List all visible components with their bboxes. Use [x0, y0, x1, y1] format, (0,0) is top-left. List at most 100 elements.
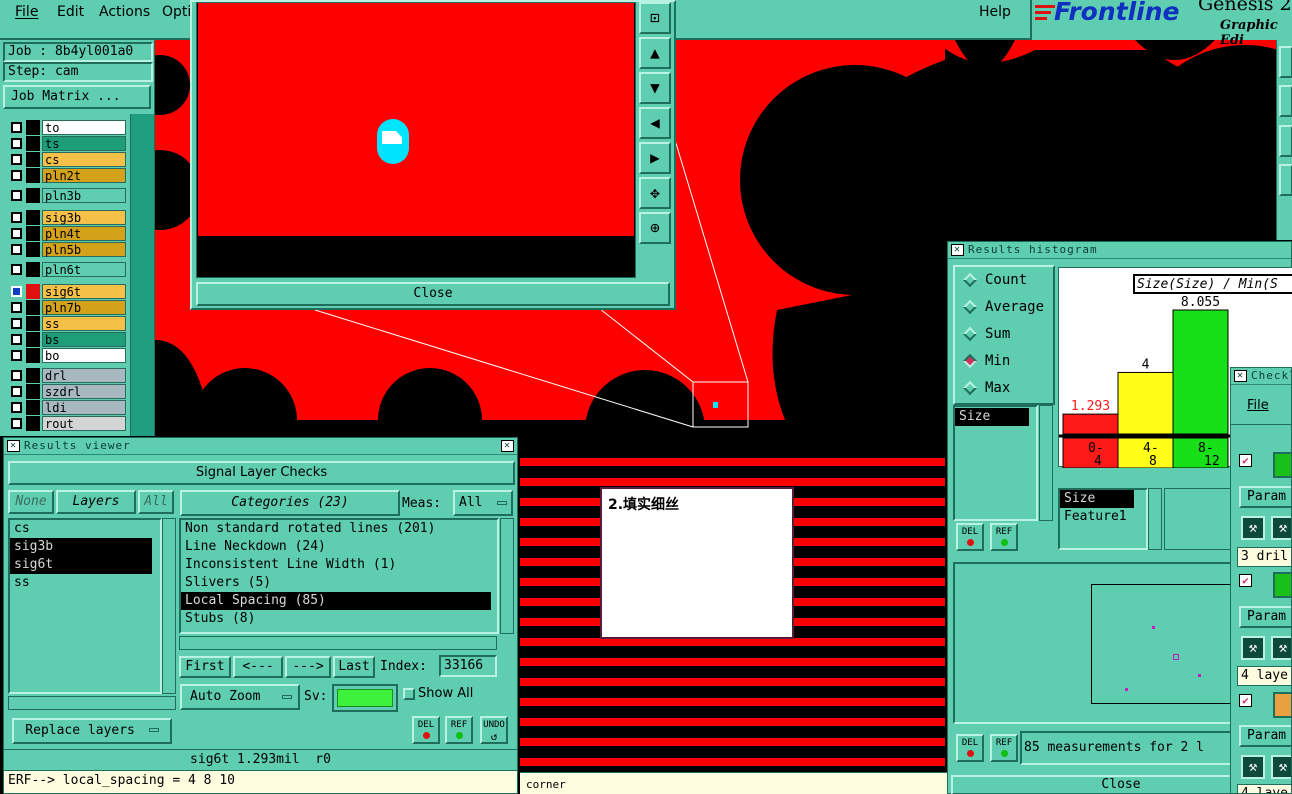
layer-checkbox[interactable]: [11, 212, 22, 223]
toolbar-btn-2[interactable]: [1279, 85, 1292, 117]
hist-feature-item[interactable]: Feature1: [1060, 508, 1134, 526]
layer-checkbox[interactable]: [11, 190, 22, 201]
layer-name[interactable]: pln2t: [42, 168, 126, 183]
layer-name[interactable]: sig6t: [42, 284, 126, 299]
menu-actions[interactable]: Actions: [99, 4, 150, 20]
param-button-2[interactable]: Param: [1239, 606, 1291, 628]
layer-display-swatch[interactable]: [26, 262, 40, 277]
layer-display-swatch[interactable]: [26, 300, 40, 315]
layer-display-swatch[interactable]: [26, 210, 40, 225]
layer-display-swatch[interactable]: [26, 188, 40, 203]
feature-list[interactable]: Size Feature1: [1058, 488, 1148, 550]
layer-row-pln5b[interactable]: pln5b: [8, 242, 126, 257]
layer-name[interactable]: sig3b: [42, 210, 126, 225]
sv-color-select[interactable]: [332, 684, 398, 712]
layer-checkbox[interactable]: [11, 244, 22, 255]
radio-average[interactable]: Average: [961, 296, 1044, 318]
layer-display-swatch[interactable]: [26, 384, 40, 399]
layer-row-sig6t[interactable]: sig6t: [8, 284, 126, 299]
layer-checkbox[interactable]: [11, 122, 22, 133]
zoom-fit-icon[interactable]: ⊡: [639, 2, 671, 34]
preview-map[interactable]: [953, 562, 1235, 724]
layer-row-rout[interactable]: rout: [8, 416, 126, 431]
run-icon[interactable]: ⚒: [1241, 755, 1265, 779]
none-button[interactable]: None: [8, 490, 54, 514]
action-icon[interactable]: [1273, 692, 1291, 718]
layer-display-swatch[interactable]: [26, 152, 40, 167]
layer-checkbox[interactable]: [11, 264, 22, 275]
hist-del-button[interactable]: DEL: [956, 523, 984, 551]
auto-zoom-select[interactable]: Auto Zoom: [180, 684, 300, 710]
layer-name[interactable]: pln7b: [42, 300, 126, 315]
first-button[interactable]: First: [179, 656, 231, 678]
result-layer-item[interactable]: cs: [10, 520, 152, 538]
layer-row-pln4t[interactable]: pln4t: [8, 226, 126, 241]
layer-row-pln3b[interactable]: pln3b: [8, 188, 126, 203]
index-input[interactable]: 33166: [439, 655, 497, 677]
layer-name[interactable]: ldi: [42, 400, 126, 415]
layer-row-ldi[interactable]: ldi: [8, 400, 126, 415]
layer-name[interactable]: cs: [42, 152, 126, 167]
radio-min[interactable]: Min: [961, 350, 1010, 372]
categories-button[interactable]: Categories (23): [180, 490, 400, 516]
run-icon[interactable]: ⚒: [1241, 636, 1265, 660]
layer-display-swatch[interactable]: [26, 400, 40, 415]
category-item[interactable]: Local Spacing (85): [181, 592, 491, 610]
layer-name[interactable]: bo: [42, 348, 126, 363]
zoom-in-icon[interactable]: ⊕: [639, 212, 671, 244]
check-row-1[interactable]: 3 dril: [1237, 547, 1291, 567]
layer-name[interactable]: drl: [42, 368, 126, 383]
preview-del-button[interactable]: DEL: [956, 734, 984, 762]
layer-name[interactable]: pln6t: [42, 262, 126, 277]
show-all-checkbox[interactable]: [403, 688, 415, 700]
layer-name[interactable]: ss: [42, 316, 126, 331]
zoom-out-icon[interactable]: ✥: [639, 177, 671, 209]
layer-checkbox[interactable]: [11, 402, 22, 413]
close-icon[interactable]: ✕: [501, 440, 514, 452]
category-item[interactable]: Line Neckdown (24): [181, 538, 491, 556]
layer-name[interactable]: pln3b: [42, 188, 126, 203]
hist-feature-item[interactable]: Size: [1060, 490, 1134, 508]
category-item[interactable]: Non standard rotated lines (201): [181, 520, 491, 538]
checkbox-checked-icon[interactable]: ✔: [1239, 454, 1252, 467]
ref-button[interactable]: REF: [445, 716, 473, 744]
layer-checkbox[interactable]: [11, 286, 22, 297]
layer-row-cs[interactable]: cs: [8, 152, 126, 167]
layers-button[interactable]: Layers: [56, 490, 136, 514]
menu-help[interactable]: Help: [979, 4, 1011, 20]
action-icon[interactable]: [1273, 452, 1291, 478]
layer-name[interactable]: to: [42, 120, 126, 135]
layer-display-swatch[interactable]: [26, 368, 40, 383]
checklist-titlebar[interactable]: ✕ Checkl: [1231, 368, 1291, 385]
layer-name[interactable]: pln5b: [42, 242, 126, 257]
layer-name[interactable]: rout: [42, 416, 126, 431]
all-layers-button[interactable]: All: [138, 490, 174, 514]
layer-row-pln6t[interactable]: pln6t: [8, 262, 126, 277]
zoom-view[interactable]: [196, 2, 636, 278]
pan-right-icon[interactable]: ▶: [639, 142, 671, 174]
layer-row-bs[interactable]: bs: [8, 332, 126, 347]
param-button-3[interactable]: Param: [1239, 725, 1291, 747]
layer-row-pln7b[interactable]: pln7b: [8, 300, 126, 315]
layer-display-swatch[interactable]: [26, 168, 40, 183]
layer-row-pln2t[interactable]: pln2t: [8, 168, 126, 183]
job-matrix-button[interactable]: Job Matrix ...: [3, 85, 151, 109]
window-menu-icon[interactable]: ✕: [7, 440, 20, 452]
layer-display-swatch[interactable]: [26, 120, 40, 135]
layer-checkbox[interactable]: [11, 154, 22, 165]
layer-display-swatch[interactable]: [26, 226, 40, 241]
layer-checkbox[interactable]: [11, 334, 22, 345]
layer-display-swatch[interactable]: [26, 416, 40, 431]
del-button[interactable]: DEL: [412, 716, 440, 744]
menu-options[interactable]: Opti: [162, 4, 191, 20]
size-list[interactable]: Size: [953, 405, 1038, 521]
checklist-menu-file[interactable]: File: [1247, 398, 1269, 413]
window-menu-icon[interactable]: ✕: [951, 244, 964, 256]
category-hscroll[interactable]: [179, 636, 497, 650]
radio-max[interactable]: Max: [961, 377, 1010, 399]
toolbar-btn-1[interactable]: [1279, 46, 1292, 78]
layer-checkbox[interactable]: [11, 418, 22, 429]
layer-display-swatch[interactable]: [26, 316, 40, 331]
run-icon[interactable]: ⚒: [1271, 516, 1291, 540]
layer-checkbox[interactable]: [11, 302, 22, 313]
